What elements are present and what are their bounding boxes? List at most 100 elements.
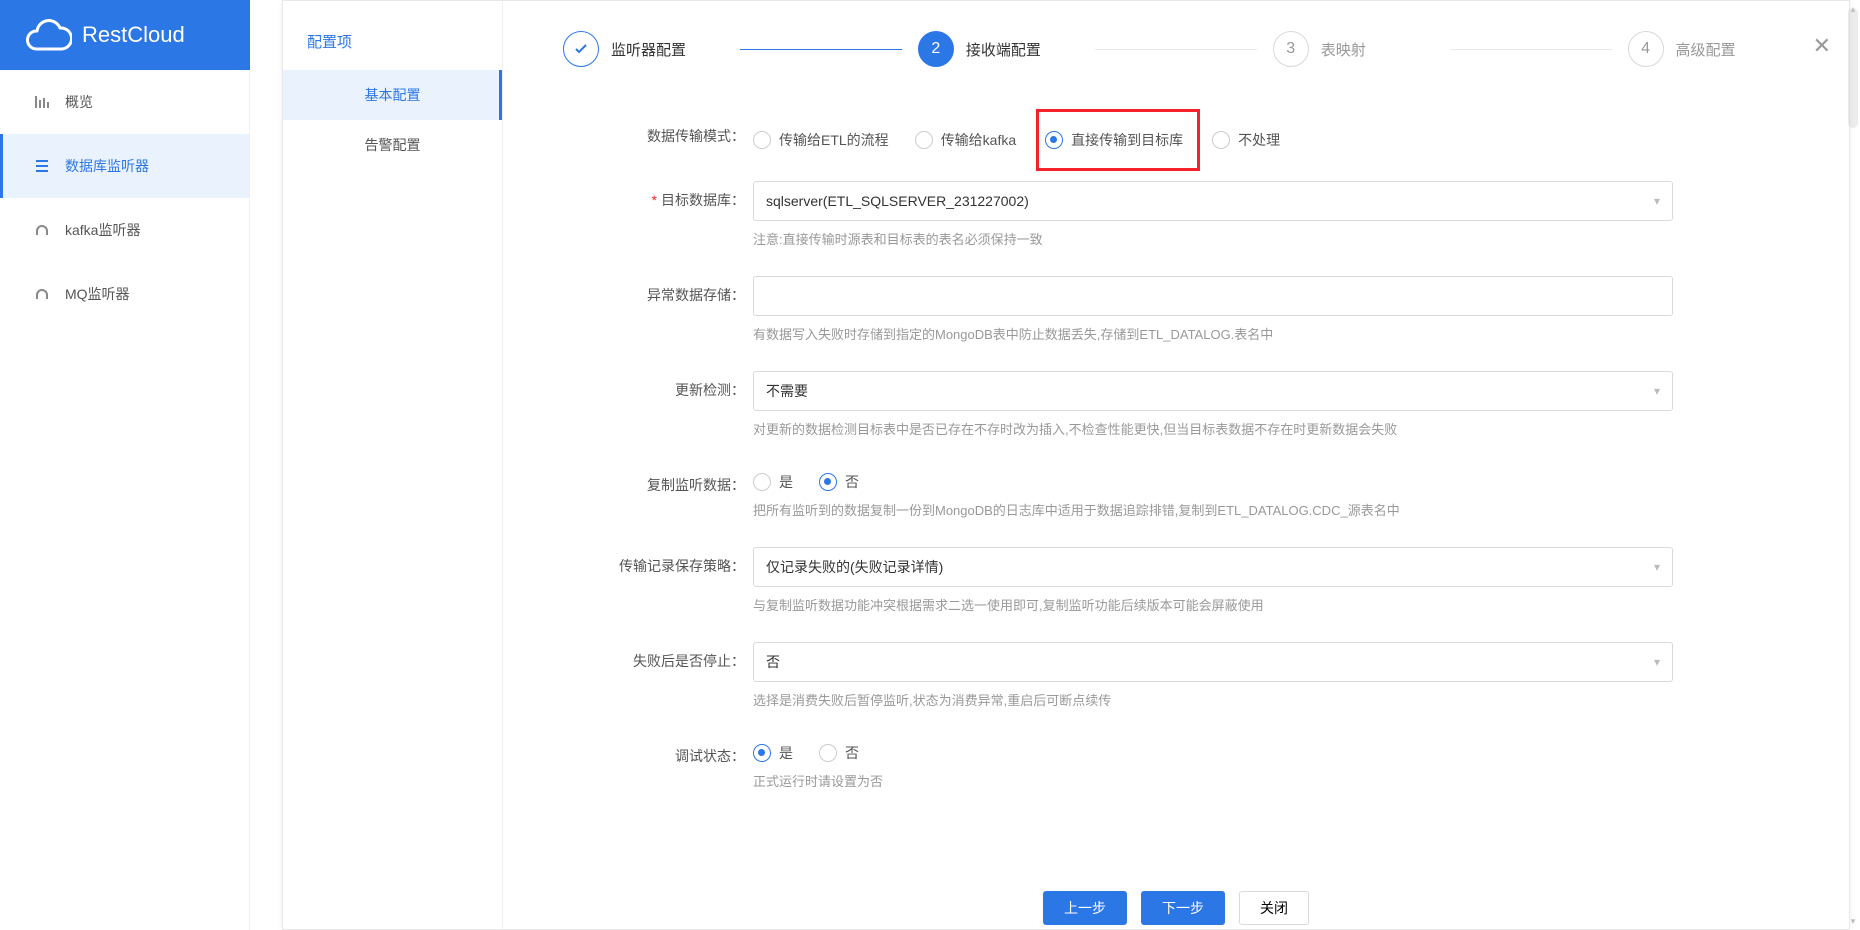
row-transfer-mode: 数据传输模式： 传输给ETL的流程 传输给kafka 直接传输到目标库 bbox=[563, 117, 1789, 153]
radio-dot-icon bbox=[753, 131, 771, 149]
label-error-store: 异常数据存储： bbox=[563, 276, 753, 305]
radio-label: 传输给ETL的流程 bbox=[779, 130, 889, 150]
help-record-policy: 与复制监听数据功能冲突根据需求二选一使用即可,复制监听功能后续版本可能会屏蔽使用 bbox=[753, 595, 1673, 614]
row-target-db: *目标数据库： sqlserver(ETL_SQLSERVER_23122700… bbox=[563, 181, 1789, 248]
brand-text: RestCloud bbox=[82, 22, 185, 48]
radio-copy-no[interactable]: 否 bbox=[819, 472, 859, 492]
radio-label: 传输给kafka bbox=[941, 130, 1016, 150]
row-debug-state: 调试状态： 是 否 正式运行时请设置为否 bbox=[563, 737, 1789, 790]
step-connector bbox=[740, 49, 901, 50]
radio-dot-icon bbox=[819, 473, 837, 491]
radio-label: 不处理 bbox=[1238, 130, 1280, 150]
next-button[interactable]: 下一步 bbox=[1141, 891, 1225, 925]
row-update-check: 更新检测： 不需要 ▾ 对更新的数据检测目标表中是否已存在不存时改为插入,不检查… bbox=[563, 371, 1789, 438]
label-record-policy: 传输记录保存策略： bbox=[563, 547, 753, 576]
radio-debug-yes[interactable]: 是 bbox=[753, 743, 793, 763]
modal-footer: 上一步 下一步 关闭 bbox=[503, 889, 1849, 929]
nav-item-kafka-listener[interactable]: kafka监听器 bbox=[0, 198, 249, 262]
radio-dot-icon bbox=[1212, 131, 1230, 149]
label-stop-on-fail: 失败后是否停止： bbox=[563, 642, 753, 671]
row-record-policy: 传输记录保存策略： 仅记录失败的(失败记录详情) ▾ 与复制监听数据功能冲突根据… bbox=[563, 547, 1789, 614]
radio-dot-icon bbox=[915, 131, 933, 149]
row-copy-listen: 复制监听数据： 是 否 把所有监听到的数据复制一份到MongoDB的日志库中适用… bbox=[563, 466, 1789, 519]
step-connector bbox=[1450, 49, 1611, 50]
row-stop-on-fail: 失败后是否停止： 否 ▾ 选择是消费失败后暂停监听,状态为消费异常,重启后可断点… bbox=[563, 642, 1789, 709]
step-listener-config[interactable]: 监听器配置 bbox=[563, 31, 724, 67]
tab-basic-config[interactable]: 基本配置 bbox=[283, 70, 502, 120]
radio-dot-icon bbox=[1045, 131, 1063, 149]
radio-label: 是 bbox=[779, 743, 793, 763]
input-error-store[interactable] bbox=[753, 276, 1673, 316]
chevron-down-icon: ▾ bbox=[1654, 384, 1660, 398]
select-update-check[interactable]: 不需要 ▾ bbox=[753, 371, 1673, 411]
nav-label: 数据库监听器 bbox=[65, 156, 149, 176]
radio-debug-no[interactable]: 否 bbox=[819, 743, 859, 763]
radio-group-copy-listen: 是 否 bbox=[753, 466, 1673, 492]
close-button[interactable]: 关闭 bbox=[1239, 891, 1309, 925]
bars-icon bbox=[33, 93, 51, 111]
radio-label: 否 bbox=[845, 472, 859, 492]
left-sidebar: 概览 数据库监听器 kafka监听器 MQ监听器 bbox=[0, 70, 250, 930]
radio-label: 直接传输到目标库 bbox=[1071, 130, 1183, 150]
chevron-down-icon: ▾ bbox=[1654, 194, 1660, 208]
check-icon bbox=[563, 31, 599, 67]
label-update-check: 更新检测： bbox=[563, 371, 753, 400]
help-target-db: 注意:直接传输时源表和目标表的表名必须保持一致 bbox=[753, 229, 1673, 248]
radio-label: 否 bbox=[845, 743, 859, 763]
list-icon bbox=[33, 157, 51, 175]
row-error-store: 异常数据存储： 有数据写入失败时存储到指定的MongoDB表中防止数据丢失,存储… bbox=[563, 276, 1789, 343]
label-text: 目标数据库： bbox=[661, 192, 745, 208]
select-record-policy[interactable]: 仅记录失败的(失败记录详情) ▾ bbox=[753, 547, 1673, 587]
label-target-db: *目标数据库： bbox=[563, 181, 753, 210]
radio-dot-icon bbox=[819, 744, 837, 762]
radio-direct-target[interactable]: 直接传输到目标库 bbox=[1045, 130, 1183, 150]
radio-group-transfer-mode: 传输给ETL的流程 传输给kafka 直接传输到目标库 不 bbox=[753, 117, 1673, 153]
step-receiver-config[interactable]: 2 接收端配置 bbox=[918, 31, 1079, 67]
radio-kafka[interactable]: 传输给kafka bbox=[915, 130, 1016, 150]
modal-sidebar: 配置项 基本配置 告警配置 bbox=[283, 1, 503, 929]
radio-etl-process[interactable]: 传输给ETL的流程 bbox=[753, 130, 889, 150]
nav-label: kafka监听器 bbox=[65, 220, 140, 240]
step-number: 3 bbox=[1273, 31, 1309, 67]
cloud-icon bbox=[24, 18, 72, 52]
step-advanced-config[interactable]: 4 高级配置 bbox=[1628, 31, 1789, 67]
logo: RestCloud bbox=[24, 18, 185, 52]
help-error-store: 有数据写入失败时存储到指定的MongoDB表中防止数据丢失,存储到ETL_DAT… bbox=[753, 324, 1673, 343]
select-value: 否 bbox=[766, 652, 780, 672]
step-title: 高级配置 bbox=[1676, 39, 1736, 60]
radio-label: 是 bbox=[779, 472, 793, 492]
config-modal: ✕ 配置项 基本配置 告警配置 监听器配置 2 接收端配置 bbox=[282, 0, 1850, 930]
chevron-down-icon: ▾ bbox=[1654, 560, 1660, 574]
select-value: 仅记录失败的(失败记录详情) bbox=[766, 557, 943, 577]
radio-dot-icon bbox=[753, 473, 771, 491]
headset-icon bbox=[33, 285, 51, 303]
step-connector bbox=[1095, 49, 1256, 50]
nav-item-db-listener[interactable]: 数据库监听器 bbox=[0, 134, 249, 198]
app-header: RestCloud bbox=[0, 0, 250, 70]
step-title: 接收端配置 bbox=[966, 39, 1041, 60]
headset-icon bbox=[33, 221, 51, 239]
help-debug-state: 正式运行时请设置为否 bbox=[753, 771, 1673, 790]
label-debug-state: 调试状态： bbox=[563, 737, 753, 766]
highlight-box: 直接传输到目标库 bbox=[1036, 109, 1200, 171]
modal-sidebar-title: 配置项 bbox=[283, 31, 502, 70]
radio-no-process[interactable]: 不处理 bbox=[1212, 130, 1280, 150]
radio-copy-yes[interactable]: 是 bbox=[753, 472, 793, 492]
nav-item-overview[interactable]: 概览 bbox=[0, 70, 249, 134]
tab-alert-config[interactable]: 告警配置 bbox=[283, 120, 502, 170]
select-value: 不需要 bbox=[766, 381, 808, 401]
radio-group-debug-state: 是 否 bbox=[753, 737, 1673, 763]
step-title: 表映射 bbox=[1321, 39, 1366, 60]
select-value: sqlserver(ETL_SQLSERVER_231227002) bbox=[766, 193, 1029, 209]
select-target-db[interactable]: sqlserver(ETL_SQLSERVER_231227002) ▾ bbox=[753, 181, 1673, 221]
scrollbar-thumb[interactable] bbox=[1848, 8, 1858, 128]
nav-item-mq-listener[interactable]: MQ监听器 bbox=[0, 262, 249, 326]
select-stop-on-fail[interactable]: 否 ▾ bbox=[753, 642, 1673, 682]
prev-button[interactable]: 上一步 bbox=[1043, 891, 1127, 925]
help-update-check: 对更新的数据检测目标表中是否已存在不存时改为插入,不检查性能更快,但当目标表数据… bbox=[753, 419, 1673, 438]
scroll-down-icon[interactable]: ▾ bbox=[1848, 916, 1858, 926]
step-table-mapping[interactable]: 3 表映射 bbox=[1273, 31, 1434, 67]
step-number: 4 bbox=[1628, 31, 1664, 67]
help-stop-on-fail: 选择是消费失败后暂停监听,状态为消费异常,重启后可断点续传 bbox=[753, 690, 1673, 709]
scrollbar[interactable]: ▴ ▾ bbox=[1848, 6, 1858, 924]
